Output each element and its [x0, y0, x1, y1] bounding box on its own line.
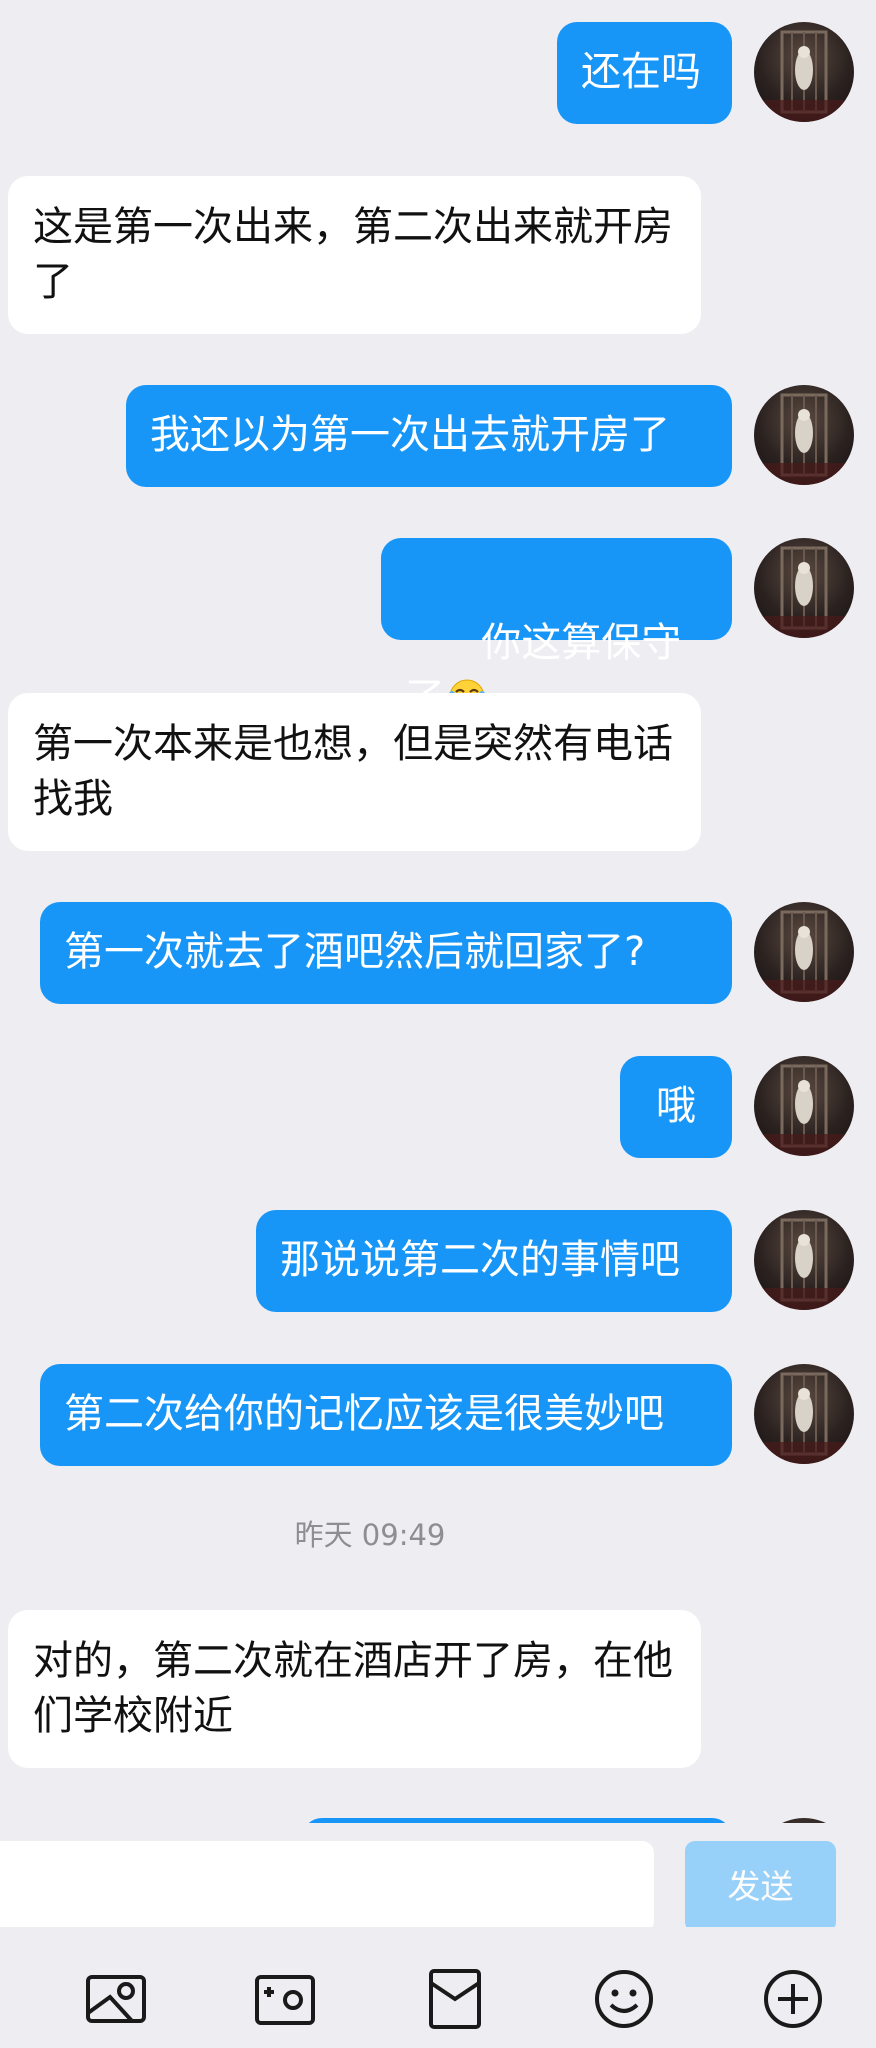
outgoing-message-bubble[interactable]: 你这算保守了 [381, 538, 732, 721]
user-avatar[interactable] [754, 1056, 854, 1156]
incoming-message-bubble[interactable]: 这是第一次出来，第二次出来就开房了 [8, 176, 701, 334]
user-avatar[interactable] [754, 1210, 854, 1310]
message-row: 对的，第二次就在酒店开了房，在他们学校附近 [0, 1610, 876, 1768]
user-avatar[interactable] [754, 22, 854, 122]
message-row: 第一次本来是也想，但是突然有电话找我 [0, 693, 876, 851]
message-row: 第二次给你的记忆应该是很美妙吧 [0, 1364, 876, 1467]
outgoing-message-bubble[interactable]: 还在吗 [557, 22, 732, 124]
outgoing-message-bubble[interactable]: 第一次就去了酒吧然后就回家了? [40, 902, 732, 1004]
message-timestamp: 昨天 09:49 [294, 1518, 446, 1552]
image-button[interactable] [84, 1967, 148, 2031]
red-packet-icon [429, 1969, 481, 2029]
chat-message-list[interactable]: 还在吗 这是第一次出来，第二次出来就开房了 我还以为第一次出去就开房了 你这算保… [0, 0, 876, 1823]
emoji-button[interactable] [592, 1967, 656, 2031]
message-row: 我还以为第一次出去就开房了 [0, 385, 876, 488]
outgoing-message-bubble[interactable]: 第二次给你的记忆应该是很美妙吧 [40, 1364, 732, 1466]
incoming-message-bubble[interactable]: 第一次本来是也想，但是突然有电话找我 [8, 693, 701, 851]
message-row: 第一次就去了酒吧然后就回家了? [0, 902, 876, 1005]
message-row: 你这算保守了 [0, 538, 876, 721]
incoming-message-bubble[interactable]: 对的，第二次就在酒店开了房，在他们学校附近 [8, 1610, 701, 1768]
outgoing-message-bubble[interactable]: 哦 [620, 1056, 732, 1158]
message-input-bar: 发送 [0, 1823, 876, 1933]
message-row: 还在吗 [0, 22, 876, 125]
user-avatar[interactable] [754, 538, 854, 638]
chat-toolbar [0, 1927, 876, 2048]
camera-icon [255, 1975, 315, 2025]
outgoing-message-bubble[interactable]: 那说说第二次的事情吧 [256, 1210, 732, 1312]
message-row: 这是第一次出来，第二次出来就开房了 [0, 176, 876, 334]
camera-button[interactable] [253, 1967, 317, 2031]
image-icon [86, 1975, 146, 2023]
user-avatar[interactable] [754, 902, 854, 1002]
message-input[interactable] [0, 1841, 654, 1933]
more-button[interactable] [761, 1967, 825, 2031]
red-packet-button[interactable] [423, 1967, 487, 2031]
plus-icon [764, 1970, 822, 2028]
user-avatar[interactable] [754, 385, 854, 485]
message-row: 哦 [0, 1056, 876, 1159]
message-row: 那说说第二次的事情吧 [0, 1210, 876, 1313]
emoji-icon [595, 1970, 653, 2028]
user-avatar[interactable] [754, 1364, 854, 1464]
send-button[interactable]: 发送 [685, 1841, 836, 1932]
outgoing-message-bubble[interactable]: 我还以为第一次出去就开房了 [126, 385, 732, 487]
